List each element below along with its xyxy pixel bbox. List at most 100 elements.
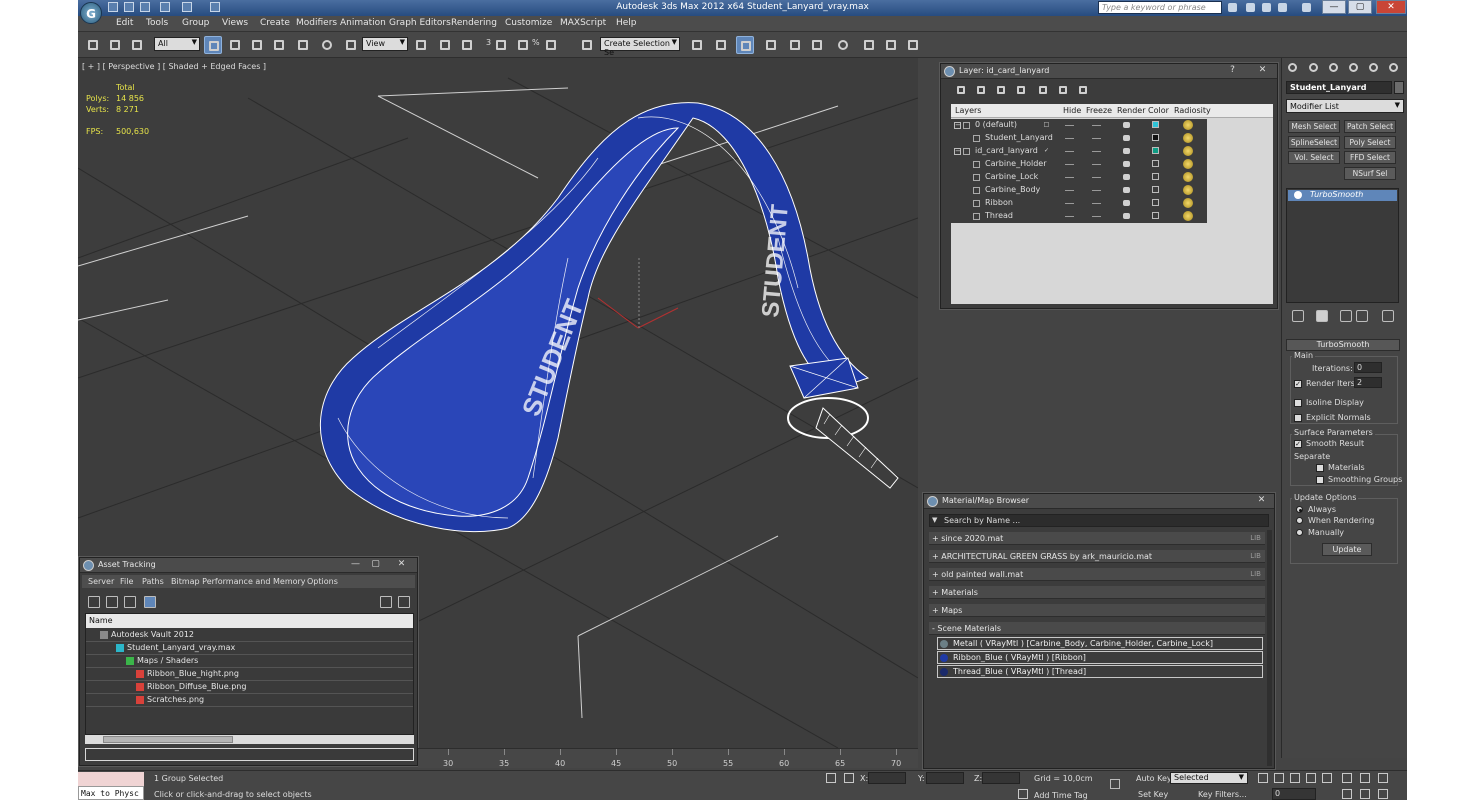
- render-iters-checkbox[interactable]: ✓: [1294, 380, 1302, 388]
- graphite-tools-button[interactable]: [762, 36, 780, 54]
- layer-color-swatch[interactable]: [1152, 212, 1159, 219]
- layer-name[interactable]: Carbine_Lock: [985, 172, 1038, 181]
- freeze-toggle[interactable]: [1092, 125, 1101, 126]
- layer-name[interactable]: Carbine_Body: [985, 185, 1040, 194]
- radiosity-icon[interactable]: [1183, 198, 1193, 208]
- freeze-all-layers-button[interactable]: [1075, 82, 1093, 100]
- menu-rendering[interactable]: Rendering: [451, 18, 497, 28]
- material-group-row[interactable]: - Scene Materials: [929, 622, 1265, 635]
- update-always-radio[interactable]: [1296, 506, 1303, 513]
- material-browser-close-button[interactable]: ✕: [1254, 495, 1269, 507]
- y-coord-field[interactable]: [926, 772, 964, 784]
- freeze-toggle[interactable]: [1092, 203, 1101, 204]
- select-and-link-button[interactable]: [84, 36, 102, 54]
- previous-frame-icon[interactable]: [1274, 773, 1284, 783]
- layer-name[interactable]: Ribbon: [985, 198, 1013, 207]
- layer-color-swatch[interactable]: [1152, 147, 1159, 154]
- vol-select-button[interactable]: Vol. Select: [1288, 151, 1340, 164]
- layer-color-swatch[interactable]: [1152, 173, 1159, 180]
- hide-all-layers-button[interactable]: [1055, 82, 1073, 100]
- refresh-icon[interactable]: [88, 596, 100, 608]
- scene-material-row[interactable]: Thread_Blue ( VRayMtl ) [Thread]: [937, 665, 1263, 678]
- expand-icon[interactable]: −: [954, 148, 961, 155]
- curve-editor-button[interactable]: [786, 36, 804, 54]
- column-radiosity[interactable]: Radiosity: [1174, 106, 1211, 115]
- scene-material-row[interactable]: Ribbon_Blue ( VRayMtl ) [Ribbon]: [937, 651, 1263, 664]
- expand-icon[interactable]: −: [954, 122, 961, 129]
- hide-toggle[interactable]: [1065, 151, 1074, 152]
- selection-filter-dropdown[interactable]: All ▼: [154, 37, 200, 51]
- separate-smoothing-groups-checkbox[interactable]: [1316, 476, 1324, 484]
- render-setup-button[interactable]: [860, 36, 878, 54]
- hide-toggle[interactable]: [1065, 203, 1074, 204]
- zoom-extents-icon[interactable]: [1342, 773, 1352, 783]
- layer-row[interactable]: − id_card_lanyard ✓: [951, 145, 1207, 158]
- named-selection-set-dropdown[interactable]: Create Selection Se ▼: [600, 37, 680, 57]
- bind-space-warp-button[interactable]: [128, 36, 146, 54]
- key-filters-button[interactable]: Key Filters...: [1198, 790, 1247, 799]
- zoom-extents-all-icon[interactable]: [1360, 773, 1370, 783]
- column-hide[interactable]: Hide: [1063, 106, 1081, 115]
- project-folder-icon[interactable]: [210, 2, 220, 12]
- align-button[interactable]: [712, 36, 730, 54]
- time-tag-icon[interactable]: [1018, 789, 1028, 799]
- patch-select-button[interactable]: Patch Select: [1344, 120, 1396, 133]
- menu-customize[interactable]: Customize: [505, 18, 552, 28]
- modifier-list-dropdown[interactable]: Modifier List ▼: [1286, 99, 1404, 113]
- utilities-tab-icon[interactable]: [1386, 60, 1402, 76]
- layer-color-swatch[interactable]: [1152, 121, 1159, 128]
- radiosity-icon[interactable]: [1183, 120, 1193, 130]
- x-coord-field[interactable]: [868, 772, 906, 784]
- asset-path-field[interactable]: [85, 748, 414, 761]
- mesh-select-button[interactable]: Mesh Select: [1288, 120, 1340, 133]
- radiosity-icon[interactable]: [1183, 159, 1193, 169]
- layer-row[interactable]: Thread: [951, 210, 1207, 223]
- render-toggle-icon[interactable]: [1123, 187, 1130, 193]
- asset-row[interactable]: Ribbon_Blue_hight.png: [86, 668, 413, 681]
- asset-menu-paths[interactable]: Paths: [142, 577, 164, 586]
- column-color[interactable]: Color: [1148, 106, 1169, 115]
- create-tab-icon[interactable]: [1285, 60, 1301, 76]
- set-key-button[interactable]: Set Key: [1138, 790, 1168, 799]
- edit-named-selection-button[interactable]: [578, 36, 596, 54]
- new-file-icon[interactable]: [108, 2, 118, 12]
- hide-toggle[interactable]: [1065, 190, 1074, 191]
- ffd-select-button[interactable]: FFD Select: [1344, 151, 1396, 164]
- asset-scroll-thumb[interactable]: [103, 736, 233, 743]
- move-button[interactable]: [294, 36, 312, 54]
- motion-tab-icon[interactable]: [1346, 60, 1362, 76]
- select-layer-objects-button[interactable]: [1013, 82, 1031, 100]
- radiosity-icon[interactable]: [1183, 211, 1193, 221]
- show-end-result-icon[interactable]: [1316, 310, 1328, 322]
- current-layer-marker[interactable]: [1043, 187, 1050, 194]
- isoline-display-checkbox[interactable]: [1294, 399, 1302, 407]
- asset-column-name[interactable]: Name: [86, 614, 413, 628]
- render-toggle-icon[interactable]: [1123, 148, 1130, 154]
- render-toggle-icon[interactable]: [1123, 161, 1130, 167]
- absolute-mode-icon[interactable]: [844, 773, 854, 783]
- spinner-snap-button[interactable]: [542, 36, 560, 54]
- render-toggle-icon[interactable]: [1123, 200, 1130, 206]
- radiosity-icon[interactable]: [1183, 133, 1193, 143]
- freeze-toggle[interactable]: [1092, 151, 1101, 152]
- asset-maximize-button[interactable]: ▢: [368, 559, 383, 571]
- display-tab-icon[interactable]: [1366, 60, 1382, 76]
- z-coord-field[interactable]: [982, 772, 1020, 784]
- layer-color-swatch[interactable]: [1152, 134, 1159, 141]
- object-name-field[interactable]: Student_Lanyard: [1286, 81, 1392, 94]
- nsurf-sel-button[interactable]: NSurf Sel: [1344, 167, 1396, 180]
- menu-help[interactable]: Help: [616, 18, 637, 28]
- snap-toggle-button[interactable]: [492, 36, 510, 54]
- maxscript-mini-listener[interactable]: Max to Physc: [78, 786, 144, 800]
- save-file-icon[interactable]: [140, 2, 150, 12]
- scale-button[interactable]: [342, 36, 360, 54]
- auto-key-button[interactable]: Auto Key: [1136, 774, 1172, 783]
- layer-color-swatch[interactable]: [1152, 186, 1159, 193]
- scene-material-row[interactable]: Metall ( VRayMtl ) [Carbine_Body, Carbin…: [937, 637, 1263, 650]
- current-layer-marker[interactable]: □: [1043, 122, 1050, 129]
- lock-selection-icon[interactable]: [826, 773, 836, 783]
- asset-row[interactable]: Autodesk Vault 2012: [86, 629, 413, 642]
- maximize-viewport-icon[interactable]: [1378, 773, 1388, 783]
- mirror-button[interactable]: [688, 36, 706, 54]
- radiosity-icon[interactable]: [1183, 185, 1193, 195]
